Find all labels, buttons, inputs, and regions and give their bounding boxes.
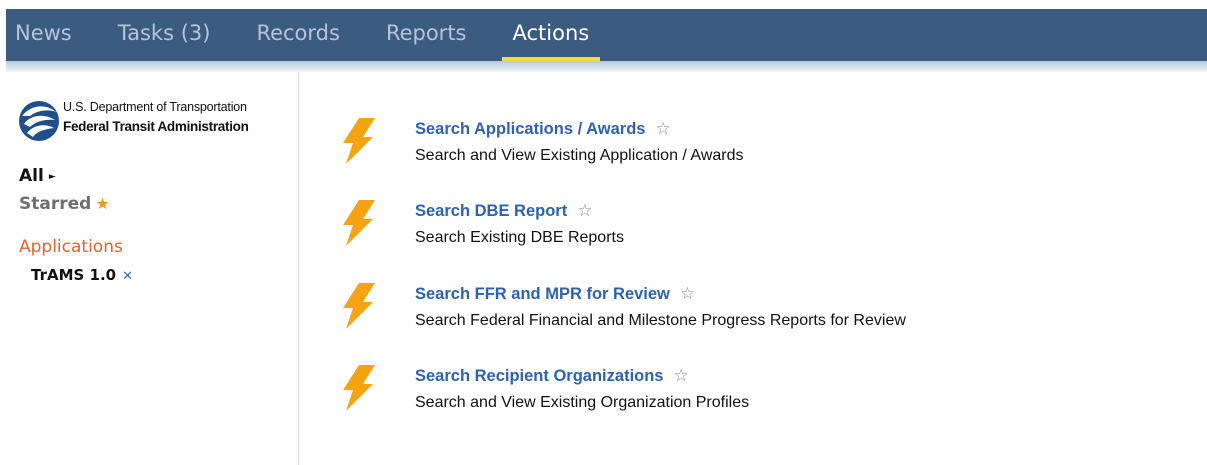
- nav-all[interactable]: All ►: [19, 166, 56, 186]
- nav-all-label: All: [19, 166, 44, 186]
- action-item: Search Applications / Awards ☆ Search and…: [340, 116, 1140, 186]
- dot-fta-logo: U.S. Department of Transportation Federa…: [18, 98, 288, 146]
- action-description: Search Existing DBE Reports: [415, 229, 624, 246]
- lightning-bolt-icon: [343, 118, 375, 164]
- tab-records[interactable]: Records: [256, 9, 340, 61]
- action-link-search-ffr-mpr-review[interactable]: Search FFR and MPR for Review: [415, 285, 670, 303]
- top-navigation-bar: News Tasks (3) Records Reports Actions: [6, 9, 1207, 61]
- lightning-bolt-icon: [343, 283, 375, 329]
- tab-tasks[interactable]: Tasks (3): [118, 9, 211, 61]
- star-outline-icon[interactable]: ☆: [655, 119, 670, 138]
- applied-filter-label: TrAMS 1.0: [31, 266, 117, 284]
- nav-starred-label: Starred: [19, 194, 92, 214]
- dot-seal-icon: [19, 101, 59, 141]
- nav-starred[interactable]: Starred ★: [19, 194, 110, 214]
- lightning-bolt-icon: [343, 365, 375, 411]
- sidebar: U.S. Department of Transportation Federa…: [0, 72, 299, 465]
- lightning-bolt-icon: [343, 200, 375, 246]
- action-description: Search and View Existing Organization Pr…: [415, 394, 750, 411]
- header-shadow-strip: [6, 61, 1207, 72]
- logo-line-agency: Federal Transit Administration: [63, 119, 249, 134]
- tab-news[interactable]: News: [15, 9, 72, 61]
- applied-filter: TrAMS 1.0 ✕: [31, 266, 133, 284]
- action-item: Search DBE Report ☆ Search Existing DBE R…: [340, 198, 1140, 268]
- action-link-search-dbe-report[interactable]: Search DBE Report: [415, 202, 567, 220]
- action-link-search-recipient-organizations[interactable]: Search Recipient Organizations: [415, 367, 663, 385]
- star-outline-icon[interactable]: ☆: [577, 201, 592, 220]
- applications-heading[interactable]: Applications: [19, 237, 123, 257]
- star-outline-icon[interactable]: ☆: [673, 366, 688, 385]
- action-description: Search Federal Financial and Milestone P…: [415, 312, 906, 329]
- star-icon: ★: [95, 194, 110, 213]
- tab-reports[interactable]: Reports: [386, 9, 467, 61]
- close-icon[interactable]: ✕: [122, 269, 133, 284]
- action-description: Search and View Existing Application / A…: [415, 147, 744, 164]
- tab-actions[interactable]: Actions: [501, 9, 600, 61]
- star-outline-icon[interactable]: ☆: [680, 284, 695, 303]
- logo-line-department: U.S. Department of Transportation: [63, 100, 247, 114]
- action-item: Search Recipient Organizations ☆ Search a…: [340, 363, 1140, 433]
- triangle-right-icon: ►: [48, 172, 56, 182]
- action-item: Search FFR and MPR for Review ☆ Search Fe…: [340, 281, 1140, 351]
- action-link-search-applications-awards[interactable]: Search Applications / Awards: [415, 120, 645, 138]
